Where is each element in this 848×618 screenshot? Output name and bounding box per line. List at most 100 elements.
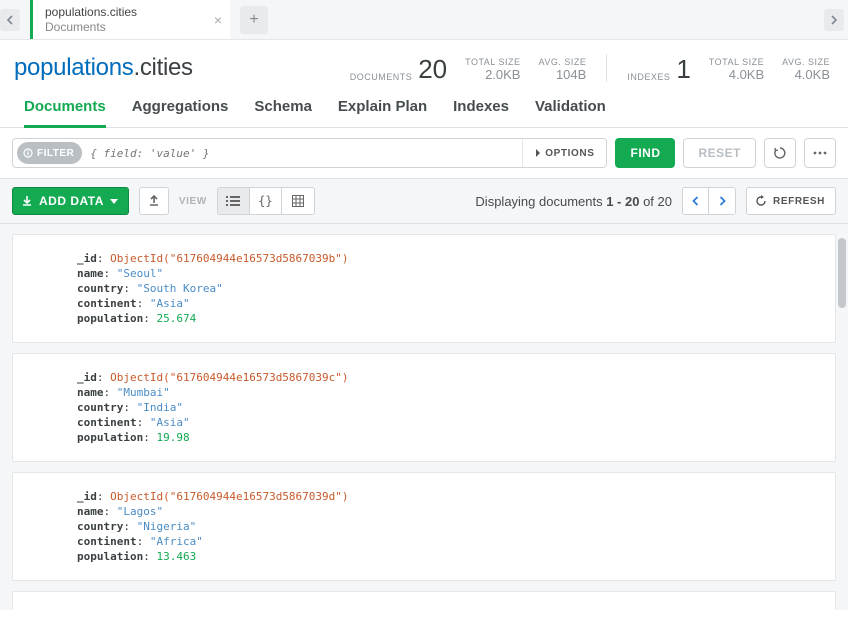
- chevron-right-icon: [830, 15, 838, 25]
- table-icon: [292, 195, 304, 207]
- pager-range: 1 - 20: [606, 194, 639, 209]
- view-label: VIEW: [179, 196, 207, 207]
- document-field: country: "South Korea": [77, 281, 817, 296]
- view-switcher: {}: [217, 187, 315, 215]
- document-field: population: 19.98: [77, 430, 817, 445]
- page-prev-button[interactable]: [683, 188, 709, 214]
- document-field: continent: "Africa": [77, 534, 817, 549]
- document-field: _id: ObjectId("617604944e16573d5867039d"…: [77, 489, 817, 504]
- doc-toolbar: ADD DATA VIEW {} Displaying documents 1 …: [0, 179, 848, 224]
- pager-of: of: [639, 194, 657, 209]
- stat-documents-count: 20: [418, 56, 447, 82]
- document-field: name: "Lagos": [77, 504, 817, 519]
- chevron-left-icon: [6, 15, 14, 25]
- info-icon: [23, 148, 33, 158]
- refresh-button[interactable]: REFRESH: [746, 187, 836, 215]
- view-json-button[interactable]: {}: [250, 188, 282, 214]
- ellipsis-icon: [813, 151, 827, 155]
- document-field: country: "Nigeria": [77, 519, 817, 534]
- pager-buttons: [682, 187, 736, 215]
- add-data-button[interactable]: ADD DATA: [12, 187, 129, 215]
- tab-explain[interactable]: Explain Plan: [338, 98, 427, 127]
- export-icon: [148, 195, 160, 207]
- find-button[interactable]: FIND: [615, 138, 675, 168]
- pager-total: 20: [658, 194, 672, 209]
- document-field: population: 25.674: [77, 311, 817, 326]
- scrollbar-thumb[interactable]: [838, 238, 846, 308]
- caret-right-icon: [535, 149, 541, 157]
- tab-schema[interactable]: Schema: [254, 98, 312, 127]
- namespace-coll: cities: [140, 54, 193, 81]
- stat-documents-label: DOCUMENTS: [350, 72, 413, 82]
- tab-title: populations.cities: [45, 5, 218, 19]
- tabbar-forward[interactable]: [824, 0, 844, 39]
- namespace: populations.cities: [14, 54, 193, 82]
- plus-icon: +: [249, 11, 258, 29]
- document-field: continent: "Asia": [77, 296, 817, 311]
- document-field: name: "Mumbai": [77, 385, 817, 400]
- collection-tabs: Documents Aggregations Schema Explain Pl…: [0, 82, 848, 128]
- stat-idx-totalsize: 4.0KB: [709, 67, 764, 82]
- document-field: _id: ObjectId("617604944e16573d5867039b"…: [77, 251, 817, 266]
- view-table-button[interactable]: [282, 188, 314, 214]
- stat-idx-avgsize-label: AVG. SIZE: [782, 57, 830, 67]
- document-field: _id: ObjectId("617604944e16573d5867039e"…: [77, 608, 817, 610]
- document-card[interactable]: _id: ObjectId("617604944e16573d5867039e"…: [12, 591, 836, 610]
- new-tab-button[interactable]: +: [240, 6, 268, 34]
- tabbar: populations.cities Documents × +: [0, 0, 848, 40]
- pager-prefix: Displaying documents: [475, 194, 606, 209]
- export-button[interactable]: [139, 187, 169, 215]
- document-field: country: "India": [77, 400, 817, 415]
- stat-idx-totalsize-label: TOTAL SIZE: [709, 57, 764, 67]
- stat-indexes-count: 1: [676, 56, 690, 82]
- document-card[interactable]: _id: ObjectId("617604944e16573d5867039c"…: [12, 353, 836, 462]
- collection-header: populations.cities DOCUMENTS 20 TOTAL SI…: [0, 40, 848, 82]
- stat-idx-avgsize: 4.0KB: [782, 67, 830, 82]
- tab-subtitle: Documents: [45, 20, 218, 34]
- download-icon: [21, 195, 33, 207]
- filter-input[interactable]: [82, 139, 522, 167]
- query-bar: FILTER OPTIONS FIND RESET: [0, 128, 848, 179]
- chevron-left-icon: [692, 196, 699, 206]
- stats: DOCUMENTS 20 TOTAL SIZE 2.0KB AVG. SIZE …: [350, 54, 830, 82]
- document-field: name: "Seoul": [77, 266, 817, 281]
- page-next-button[interactable]: [709, 188, 735, 214]
- document-card[interactable]: _id: ObjectId("617604944e16573d5867039b"…: [12, 234, 836, 343]
- stat-divider: [606, 54, 607, 82]
- stat-indexes-label: INDEXES: [627, 72, 670, 82]
- braces-icon: {}: [258, 194, 272, 208]
- document-field: continent: "Asia": [77, 415, 817, 430]
- options-label: OPTIONS: [545, 148, 594, 159]
- stat-docs-totalsize-label: TOTAL SIZE: [465, 57, 520, 67]
- chevron-right-icon: [719, 196, 726, 206]
- tab-indexes[interactable]: Indexes: [453, 98, 509, 127]
- tab-validation[interactable]: Validation: [535, 98, 606, 127]
- refresh-icon: [755, 195, 767, 207]
- workspace-tab[interactable]: populations.cities Documents ×: [30, 0, 230, 39]
- close-icon[interactable]: ×: [214, 12, 222, 28]
- stat-docs-totalsize: 2.0KB: [465, 67, 520, 82]
- caret-down-icon: [110, 199, 118, 204]
- stat-docs-avgsize: 104B: [538, 67, 586, 82]
- document-field: _id: ObjectId("617604944e16573d5867039c"…: [77, 370, 817, 385]
- history-icon: [773, 146, 787, 160]
- document-field: population: 13.463: [77, 549, 817, 564]
- document-card[interactable]: _id: ObjectId("617604944e16573d5867039d"…: [12, 472, 836, 581]
- filter-label: FILTER: [37, 148, 74, 159]
- more-button[interactable]: [804, 138, 836, 168]
- tab-documents[interactable]: Documents: [24, 98, 106, 128]
- reset-button[interactable]: RESET: [683, 138, 756, 168]
- tabbar-back[interactable]: [0, 0, 20, 39]
- filter-badge: FILTER: [17, 142, 82, 164]
- filter-field[interactable]: FILTER OPTIONS: [12, 138, 607, 168]
- pager-text: Displaying documents 1 - 20 of 20: [475, 194, 672, 209]
- options-button[interactable]: OPTIONS: [522, 139, 606, 167]
- stat-docs-avgsize-label: AVG. SIZE: [538, 57, 586, 67]
- history-button[interactable]: [764, 138, 796, 168]
- list-icon: [226, 196, 240, 206]
- refresh-label: REFRESH: [773, 196, 825, 207]
- tab-aggregations[interactable]: Aggregations: [132, 98, 229, 127]
- view-list-button[interactable]: [218, 188, 250, 214]
- namespace-db[interactable]: populations: [14, 54, 133, 81]
- documents-list[interactable]: _id: ObjectId("617604944e16573d5867039b"…: [0, 224, 848, 610]
